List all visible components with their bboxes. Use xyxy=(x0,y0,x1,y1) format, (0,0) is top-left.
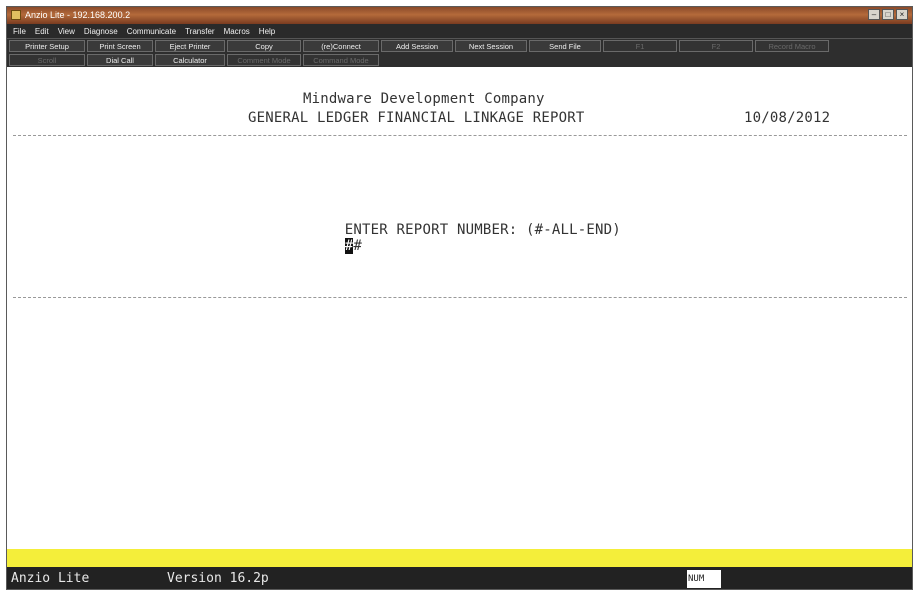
menu-communicate[interactable]: Communicate xyxy=(127,27,176,36)
status-bar: Anzio Lite Version 16.2p NUM xyxy=(7,567,912,589)
copy-button[interactable]: Copy xyxy=(227,40,301,52)
report-number-input[interactable]: # xyxy=(353,238,362,254)
report-number-prompt: ENTER REPORT NUMBER: (#-ALL-END) xyxy=(344,222,621,238)
print-screen-button[interactable]: Print Screen xyxy=(87,40,153,52)
report-title: GENERAL LEDGER FINANCIAL LINKAGE REPORT xyxy=(248,110,585,126)
prompt-line: ENTER REPORT NUMBER: (#-ALL-END) ## xyxy=(293,206,621,270)
menu-edit[interactable]: Edit xyxy=(35,27,49,36)
send-file-button[interactable]: Send File xyxy=(529,40,601,52)
next-session-button[interactable]: Next Session xyxy=(455,40,527,52)
record-macro-button[interactable]: Record Macro xyxy=(755,40,829,52)
comment-mode-button[interactable]: Comment Mode xyxy=(227,54,301,66)
function-key-bar xyxy=(7,549,912,567)
close-icon[interactable]: × xyxy=(896,9,908,20)
toolbar-row-2: Scroll Dial Call Calculator Comment Mode… xyxy=(7,53,912,67)
menu-view[interactable]: View xyxy=(58,27,75,36)
menu-macros[interactable]: Macros xyxy=(224,27,250,36)
anzio-window: Anzio Lite - 192.168.200.2 – □ × File Ed… xyxy=(6,6,913,590)
scroll-button[interactable]: Scroll xyxy=(9,54,85,66)
status-app-name: Anzio Lite xyxy=(11,571,90,586)
maximize-icon[interactable]: □ xyxy=(882,9,894,20)
window-title: Anzio Lite - 192.168.200.2 xyxy=(25,10,131,20)
eject-printer-button[interactable]: Eject Printer xyxy=(155,40,225,52)
menu-file[interactable]: File xyxy=(13,27,26,36)
num-lock-indicator: NUM xyxy=(687,570,721,588)
reconnect-button[interactable]: (re)Connect xyxy=(303,40,379,52)
printer-setup-button[interactable]: Printer Setup xyxy=(9,40,85,52)
f2-button[interactable]: F2 xyxy=(679,40,753,52)
app-icon[interactable] xyxy=(11,10,21,20)
dial-call-button[interactable]: Dial Call xyxy=(87,54,153,66)
company-name: Mindware Development Company xyxy=(303,91,545,107)
menu-transfer[interactable]: Transfer xyxy=(185,27,215,36)
window-controls: – □ × xyxy=(868,9,908,20)
menu-help[interactable]: Help xyxy=(259,27,275,36)
status-version: Version 16.2p xyxy=(167,571,269,586)
divider-top xyxy=(13,135,907,136)
menu-bar: File Edit View Diagnose Communicate Tran… xyxy=(7,24,912,38)
add-session-button[interactable]: Add Session xyxy=(381,40,453,52)
command-mode-button[interactable]: Command Mode xyxy=(303,54,379,66)
f1-button[interactable]: F1 xyxy=(603,40,677,52)
title-bar[interactable]: Anzio Lite - 192.168.200.2 – □ × xyxy=(7,7,912,24)
report-date: 10/08/2012 xyxy=(744,110,831,126)
toolbar-row-1: Printer Setup Print Screen Eject Printer… xyxy=(7,38,912,53)
calculator-button[interactable]: Calculator xyxy=(155,54,225,66)
menu-diagnose[interactable]: Diagnose xyxy=(84,27,118,36)
divider-bottom xyxy=(13,297,907,298)
terminal-screen[interactable]: Mindware Development Company GENERAL LED… xyxy=(7,67,912,549)
minimize-icon[interactable]: – xyxy=(868,9,880,20)
